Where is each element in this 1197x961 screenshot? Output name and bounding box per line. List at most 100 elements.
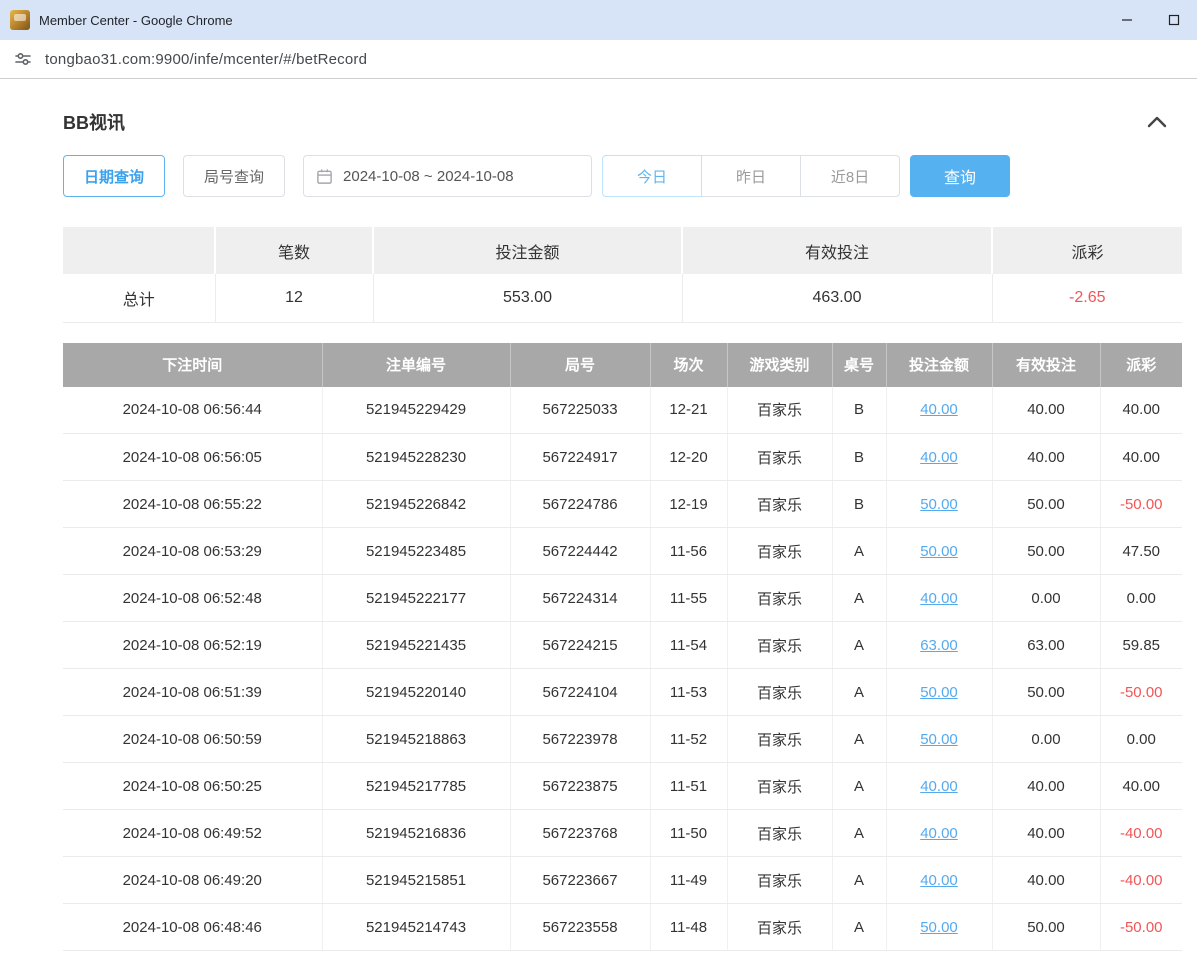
maximize-button[interactable] (1150, 0, 1197, 40)
summary-total-label: 总计 (63, 274, 215, 322)
bet-amount-link[interactable]: 50.00 (920, 543, 958, 560)
summary-header-count: 笔数 (215, 227, 373, 274)
cell-table-code: A (832, 857, 886, 904)
cell-table-code: A (832, 528, 886, 575)
cell-order-id: 521945229429 (322, 387, 510, 434)
filter-toolbar: 日期查询 局号查询 2024-10-08 ~ 2024-10-08 今日 昨日 … (63, 155, 1182, 197)
summary-header-valid-bet: 有效投注 (682, 227, 992, 274)
address-bar: tongbao31.com:9900/infe/mcenter/#/betRec… (0, 40, 1197, 79)
bet-amount-link[interactable]: 40.00 (920, 872, 958, 889)
header-round-id: 局号 (510, 343, 650, 387)
cell-bet-time: 2024-10-08 06:52:19 (63, 622, 322, 669)
header-valid-bet: 有效投注 (992, 343, 1100, 387)
cell-valid-bet: 40.00 (992, 857, 1100, 904)
calendar-icon (316, 168, 333, 185)
cell-bet-amount: 40.00 (886, 810, 992, 857)
bet-amount-link[interactable]: 50.00 (920, 731, 958, 748)
cell-table-code: B (832, 434, 886, 481)
bet-table-body: 2024-10-08 06:56:44521945229429567225033… (63, 387, 1182, 951)
collapse-chevron-up-icon[interactable] (1144, 112, 1170, 132)
cell-bet-amount: 50.00 (886, 481, 992, 528)
cell-round-id: 567223978 (510, 716, 650, 763)
bet-amount-link[interactable]: 40.00 (920, 825, 958, 842)
quick-date-group: 今日 昨日 近8日 (602, 155, 900, 197)
bet-amount-link[interactable]: 40.00 (920, 778, 958, 795)
cell-session: 11-48 (650, 904, 727, 951)
cell-game-type: 百家乐 (727, 810, 832, 857)
cell-round-id: 567223875 (510, 763, 650, 810)
cell-valid-bet: 50.00 (992, 481, 1100, 528)
table-row: 2024-10-08 06:53:29521945223485567224442… (63, 528, 1182, 575)
header-game-type: 游戏类别 (727, 343, 832, 387)
cell-payout: 0.00 (1100, 716, 1182, 763)
cell-session: 11-53 (650, 669, 727, 716)
cell-payout: 40.00 (1100, 387, 1182, 434)
cell-table-code: B (832, 481, 886, 528)
bet-amount-link[interactable]: 50.00 (920, 919, 958, 936)
cell-payout: -40.00 (1100, 810, 1182, 857)
cell-session: 11-49 (650, 857, 727, 904)
bet-amount-link[interactable]: 40.00 (920, 590, 958, 607)
main-content: BB视讯 日期查询 局号查询 2024-10-08 (0, 79, 1197, 951)
bet-table-header-row: 下注时间 注单编号 局号 场次 游戏类别 桌号 投注金额 有效投注 派彩 (63, 343, 1182, 387)
quick-today-button[interactable]: 今日 (602, 155, 702, 197)
table-row: 2024-10-08 06:52:48521945222177567224314… (63, 575, 1182, 622)
table-row: 2024-10-08 06:55:22521945226842567224786… (63, 481, 1182, 528)
cell-valid-bet: 40.00 (992, 434, 1100, 481)
round-query-tab[interactable]: 局号查询 (183, 155, 285, 197)
cell-valid-bet: 40.00 (992, 810, 1100, 857)
quick-yesterday-button[interactable]: 昨日 (701, 155, 801, 197)
bet-amount-link[interactable]: 63.00 (920, 637, 958, 654)
date-query-tab[interactable]: 日期查询 (63, 155, 165, 197)
cell-round-id: 567224786 (510, 481, 650, 528)
url-text[interactable]: tongbao31.com:9900/infe/mcenter/#/betRec… (45, 51, 367, 68)
cell-bet-amount: 40.00 (886, 387, 992, 434)
cell-round-id: 567224314 (510, 575, 650, 622)
cell-session: 12-21 (650, 387, 727, 434)
cell-payout: 47.50 (1100, 528, 1182, 575)
cell-round-id: 567224917 (510, 434, 650, 481)
cell-session: 12-19 (650, 481, 727, 528)
favicon (10, 10, 30, 30)
cell-bet-time: 2024-10-08 06:55:22 (63, 481, 322, 528)
window-title: Member Center - Google Chrome (39, 13, 233, 28)
bet-amount-link[interactable]: 40.00 (920, 449, 958, 466)
cell-table-code: A (832, 763, 886, 810)
bet-amount-link[interactable]: 50.00 (920, 684, 958, 701)
header-bet-time: 下注时间 (63, 343, 322, 387)
cell-valid-bet: 0.00 (992, 575, 1100, 622)
cell-session: 11-50 (650, 810, 727, 857)
cell-round-id: 567224104 (510, 669, 650, 716)
cell-order-id: 521945214743 (322, 904, 510, 951)
bet-amount-link[interactable]: 40.00 (920, 401, 958, 418)
quick-last8days-button[interactable]: 近8日 (800, 155, 900, 197)
date-range-picker[interactable]: 2024-10-08 ~ 2024-10-08 (303, 155, 592, 197)
minimize-button[interactable] (1103, 0, 1150, 40)
cell-bet-time: 2024-10-08 06:53:29 (63, 528, 322, 575)
table-row: 2024-10-08 06:51:39521945220140567224104… (63, 669, 1182, 716)
cell-bet-time: 2024-10-08 06:48:46 (63, 904, 322, 951)
cell-game-type: 百家乐 (727, 904, 832, 951)
summary-header-payout: 派彩 (992, 227, 1182, 274)
cell-payout: -50.00 (1100, 669, 1182, 716)
cell-bet-amount: 50.00 (886, 904, 992, 951)
cell-order-id: 521945216836 (322, 810, 510, 857)
summary-header-bet-amount: 投注金额 (373, 227, 682, 274)
cell-round-id: 567224442 (510, 528, 650, 575)
cell-order-id: 521945228230 (322, 434, 510, 481)
cell-bet-time: 2024-10-08 06:51:39 (63, 669, 322, 716)
cell-bet-amount: 40.00 (886, 857, 992, 904)
cell-valid-bet: 50.00 (992, 528, 1100, 575)
cell-bet-time: 2024-10-08 06:56:44 (63, 387, 322, 434)
table-row: 2024-10-08 06:48:46521945214743567223558… (63, 904, 1182, 951)
search-button[interactable]: 查询 (910, 155, 1010, 197)
summary-header-row: 笔数 投注金额 有效投注 派彩 (63, 227, 1182, 274)
site-settings-icon[interactable] (13, 49, 33, 69)
bet-amount-link[interactable]: 50.00 (920, 496, 958, 513)
page-title: BB视讯 (63, 109, 125, 135)
cell-order-id: 521945223485 (322, 528, 510, 575)
cell-table-code: A (832, 716, 886, 763)
cell-bet-time: 2024-10-08 06:50:25 (63, 763, 322, 810)
cell-order-id: 521945220140 (322, 669, 510, 716)
cell-payout: 59.85 (1100, 622, 1182, 669)
